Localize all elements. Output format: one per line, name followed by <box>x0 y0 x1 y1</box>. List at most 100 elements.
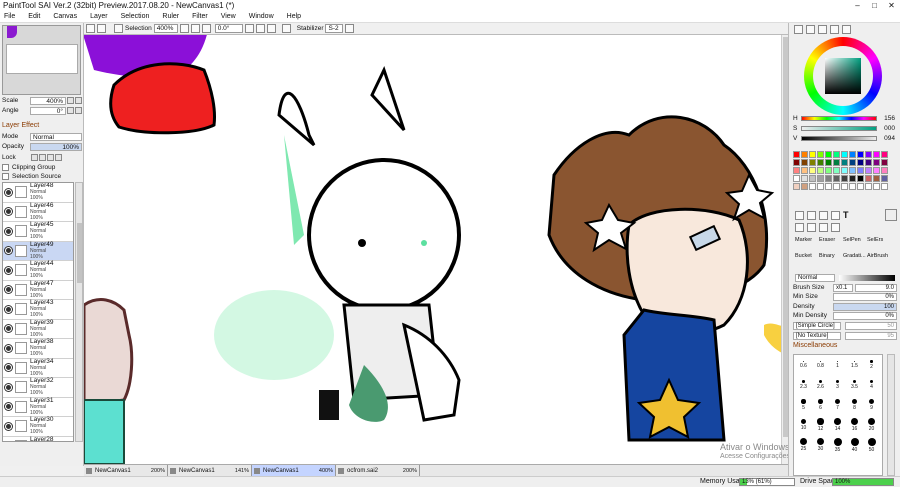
menu-layer[interactable]: Layer <box>90 13 108 20</box>
rgb-slider-mode-icon[interactable] <box>806 25 815 34</box>
tool-selers[interactable]: SelErs <box>867 237 883 243</box>
brush-size-preset[interactable]: 5 <box>796 397 811 411</box>
brush-size-preset[interactable]: 30 <box>813 437 828 452</box>
saturation-bar[interactable] <box>801 125 877 131</box>
brush-size-preset[interactable]: 2 <box>864 357 879 370</box>
color-swatch[interactable] <box>849 167 856 174</box>
color-swatch[interactable] <box>849 151 856 158</box>
brush-size-preset[interactable]: 35 <box>830 437 845 453</box>
tab-ocfrom[interactable]: ocfrom.sai2 200% <box>336 465 420 476</box>
brush-size-preset[interactable]: 25 <box>796 437 811 452</box>
tool-eraser[interactable]: Eraser <box>819 237 835 243</box>
selection-toggle-icon[interactable] <box>114 24 123 33</box>
brush-size-preset[interactable]: 3.5 <box>847 377 862 390</box>
menu-help[interactable]: Help <box>287 13 301 20</box>
menu-file[interactable]: File <box>4 13 15 20</box>
min-density-value[interactable]: 0% <box>833 311 897 320</box>
color-swatch[interactable] <box>857 167 864 174</box>
visibility-eye-icon[interactable] <box>5 305 12 313</box>
color-swatch[interactable] <box>833 167 840 174</box>
layer-row[interactable]: Layer30 Normal 100% <box>3 417 73 437</box>
rotate-tool-icon[interactable] <box>807 223 816 232</box>
lock-move-icon[interactable] <box>39 154 46 161</box>
visibility-eye-icon[interactable] <box>5 227 12 235</box>
color-swatch[interactable] <box>817 167 824 174</box>
color-swatch[interactable] <box>881 151 888 158</box>
rotate-right-button[interactable] <box>75 107 82 114</box>
selection-source-checkbox[interactable] <box>2 173 9 180</box>
brush-size-preset[interactable]: 20 <box>864 417 879 432</box>
miscellaneous-header[interactable]: Miscellaneous <box>793 342 837 349</box>
color-swatch[interactable] <box>833 183 840 190</box>
layer-row[interactable]: Layer48 Normal 100% <box>3 183 73 203</box>
saturation-value-square[interactable] <box>825 58 861 94</box>
saturation-slider[interactable]: S 000 <box>793 124 895 132</box>
brush-preset-scrollbar[interactable] <box>887 354 895 476</box>
layer-effect-header[interactable]: Layer Effect <box>2 122 39 129</box>
swatch-mode-icon[interactable] <box>830 25 839 34</box>
tool-bucket[interactable]: Bucket <box>795 253 812 259</box>
color-swatch[interactable] <box>793 159 800 166</box>
tab-newcanvas1-c[interactable]: NewCanvas1 400% <box>252 465 336 476</box>
layer-row[interactable]: Layer46 Normal 100% <box>3 202 73 222</box>
brush-size-preset[interactable]: 50 <box>864 437 879 453</box>
color-swatch[interactable] <box>801 175 808 182</box>
brush-shape-select[interactable]: [Simple Circle] <box>793 321 841 330</box>
brush-size-preset[interactable]: 40 <box>847 437 862 453</box>
rotate-cw-icon[interactable] <box>255 24 265 33</box>
scale-field[interactable]: 400% <box>30 96 66 105</box>
brush-shape-value[interactable]: 50 <box>845 321 897 330</box>
color-wheel-mode-icon[interactable] <box>794 25 803 34</box>
tool-binary[interactable]: Binary <box>819 253 835 259</box>
color-swatch[interactable] <box>801 183 808 190</box>
menu-selection[interactable]: Selection <box>121 13 150 20</box>
scratchpad-mode-icon[interactable] <box>842 25 851 34</box>
menu-filter[interactable]: Filter <box>192 13 208 20</box>
color-wheel[interactable] <box>804 37 882 115</box>
color-swatch[interactable] <box>801 159 808 166</box>
zoom-out-icon[interactable] <box>179 24 189 33</box>
tab-newcanvas1-a[interactable]: NewCanvas1 200% <box>84 465 168 476</box>
color-swatch[interactable] <box>809 151 816 158</box>
hue-slider[interactable]: H 156 <box>793 114 895 122</box>
color-swatch[interactable] <box>865 183 872 190</box>
color-swatch[interactable] <box>801 151 808 158</box>
color-swatch[interactable] <box>857 159 864 166</box>
brush-size-preset[interactable]: 14 <box>830 417 845 432</box>
layer-list-scroll-thumb[interactable] <box>77 223 82 283</box>
value-bar[interactable] <box>801 135 877 141</box>
flip-horizontal-icon[interactable] <box>281 24 291 33</box>
angle-field[interactable]: 0.0° <box>214 24 243 33</box>
brush-size-preset[interactable]: 0.8 <box>813 357 828 369</box>
color-swatch[interactable] <box>809 167 816 174</box>
color-swatch[interactable] <box>849 183 856 190</box>
color-swatch[interactable] <box>833 159 840 166</box>
color-swatch[interactable] <box>809 183 816 190</box>
brush-size-preset[interactable]: 1.5 <box>847 357 862 369</box>
tool-airbrush[interactable]: AirBrush <box>867 253 888 259</box>
rotate-reset-icon[interactable] <box>266 24 276 33</box>
color-swatch[interactable] <box>881 159 888 166</box>
color-swatch[interactable] <box>825 159 832 166</box>
color-swatch[interactable] <box>817 151 824 158</box>
color-swatch[interactable] <box>841 167 848 174</box>
rotate-ccw-icon[interactable] <box>244 24 254 33</box>
lock-pixels-icon[interactable] <box>31 154 38 161</box>
visibility-eye-icon[interactable] <box>5 247 12 255</box>
menu-window[interactable]: Window <box>249 13 274 20</box>
layer-row[interactable]: Layer32 Normal 100% <box>3 378 73 398</box>
layer-list-scrollbar[interactable] <box>75 182 83 442</box>
tool-gradation[interactable]: Gradati... <box>843 253 866 259</box>
tool-marker[interactable]: Marker <box>795 237 812 243</box>
color-swatch[interactable] <box>873 183 880 190</box>
visibility-eye-icon[interactable] <box>5 188 12 196</box>
color-swatch[interactable] <box>817 183 824 190</box>
value-slider[interactable]: V 094 <box>793 134 895 142</box>
color-swatch[interactable] <box>857 175 864 182</box>
eyedropper-tool-icon[interactable] <box>831 223 840 232</box>
color-swatch[interactable] <box>841 159 848 166</box>
brush-size-preset[interactable]: 4 <box>864 377 879 390</box>
color-swatch[interactable] <box>873 167 880 174</box>
color-swatch[interactable] <box>817 159 824 166</box>
menu-view[interactable]: View <box>221 13 236 20</box>
